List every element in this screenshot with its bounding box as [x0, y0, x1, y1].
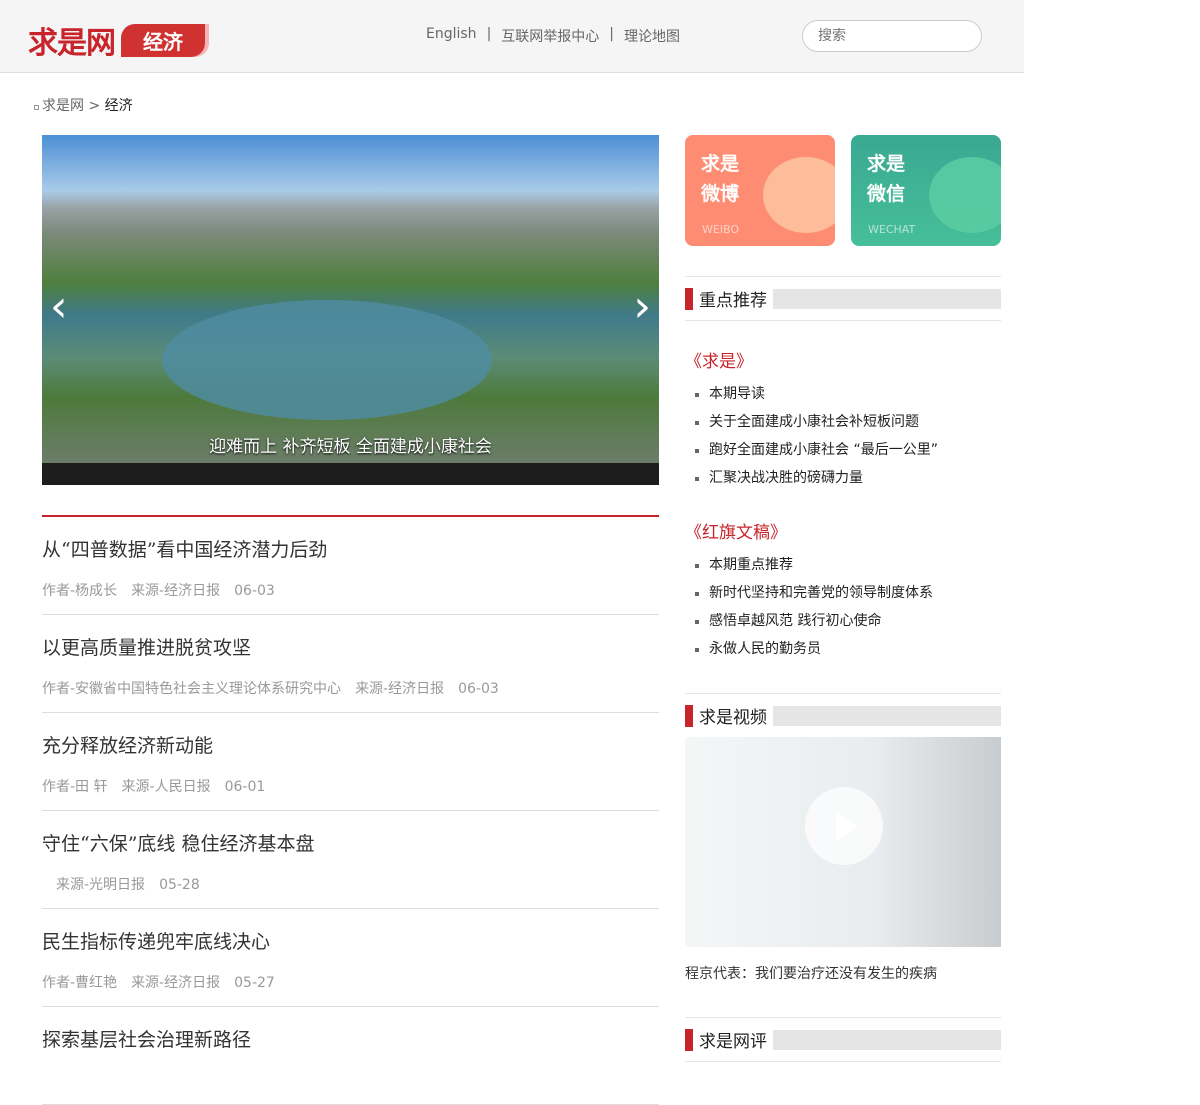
news-source: 来源-光明日报 [56, 877, 146, 893]
featured-link[interactable]: 感悟卓越风范 践行初心使命 [685, 607, 1001, 635]
news-item: 以更高质量推进脱贫攻坚作者-安徽省中国特色社会主义理论体系研究中心 来源-经济日报… [42, 615, 659, 713]
magazine-hongqi[interactable]: 《红旗文稿》 [685, 518, 1001, 543]
nav-separator: | [486, 26, 492, 42]
news-meta: 作者-杨成长 来源-经济日报 06-03 [42, 580, 659, 600]
card-title: 求是微博 [701, 153, 740, 205]
breadcrumb-separator: > [88, 98, 101, 114]
news-item: 充分释放经济新动能作者-田 轩来源-人民日报 06-01 [42, 713, 659, 811]
section-header-review: 求是网评 [685, 1017, 1001, 1062]
news-item: 守住“六保”底线 稳住经济基本盘来源-光明日报 05-28 [42, 811, 659, 909]
section-title: 重点推荐 [699, 291, 767, 311]
news-date: 06-03 [234, 583, 275, 599]
video-thumbnail[interactable] [685, 737, 1001, 947]
news-meta: 作者-曹红艳 来源-经济日报 05-27 [42, 972, 659, 992]
image-carousel[interactable]: 迎难而上 补齐短板 全面建成小康社会 ‹ › [42, 135, 659, 485]
carousel-caption[interactable]: 迎难而上 补齐短板 全面建成小康社会 [42, 432, 659, 457]
news-meta: 作者-田 轩来源-人民日报 06-01 [42, 776, 659, 796]
news-meta: 来源-光明日报 05-28 [42, 874, 659, 894]
news-author: 作者-曹红艳 [42, 975, 118, 991]
weibo-icon [763, 157, 835, 233]
weibo-card[interactable]: 求是微博 WEIBO [685, 135, 835, 246]
featured-link[interactable]: 永做人民的勤务员 [685, 635, 1001, 663]
top-nav: English | 互联网举报中心 | 理论地图 [426, 26, 680, 46]
news-source: 来源-经济日报 [355, 681, 445, 697]
right-column: 求是微博 WEIBO 求是微信 WECHAT 重点推荐 《求是》 本期导读 关于全… [685, 135, 1001, 1062]
search-input[interactable] [802, 20, 982, 52]
section-header-featured: 重点推荐 [685, 276, 1001, 321]
news-list: 从“四普数据”看中国经济潜力后劲 作者-杨成长 来源-经济日报 06-03 以更高质量推… [42, 515, 659, 1105]
news-title[interactable]: 守住“六保”底线 稳住经济基本盘 [42, 829, 659, 856]
nav-theory-map[interactable]: 理论地图 [624, 26, 680, 46]
carousel-next-arrow-icon[interactable]: › [633, 285, 651, 329]
nav-report-center[interactable]: 互联网举报中心 [501, 26, 599, 46]
featured-link[interactable]: 汇聚决战决胜的磅礴力量 [685, 464, 1001, 492]
news-date: 06-01 [224, 779, 266, 795]
news-title[interactable]: 充分释放经济新动能 [42, 731, 659, 758]
site-logo[interactable]: 求是网 经济 [28, 18, 205, 62]
nav-separator: | [609, 26, 614, 42]
carousel-caption-bar [42, 463, 659, 485]
news-date: 05-27 [234, 975, 275, 991]
news-source: 来源-经济日报 [131, 583, 221, 599]
channel-tag: 经济 [121, 23, 205, 57]
section-header-video: 求是视频 [685, 693, 1001, 737]
news-source: 来源-人民日报 [121, 779, 211, 795]
news-title[interactable]: 以更高质量推进脱贫攻坚 [42, 633, 659, 660]
wechat-icon [929, 157, 1001, 233]
news-title[interactable]: 民生指标传递兜牢底线决心 [42, 927, 659, 954]
card-subtitle: WECHAT [868, 223, 916, 236]
featured-link[interactable]: 本期导读 [685, 380, 1001, 408]
video-caption[interactable]: 程京代表：我们要治疗还没有发生的疾病 [685, 963, 1001, 983]
news-author: 作者-田 轩 [42, 779, 108, 795]
news-source: 来源-经济日报 [131, 975, 221, 991]
section-title: 求是视频 [699, 708, 767, 728]
carousel-prev-arrow-icon[interactable]: ‹ [50, 285, 68, 329]
featured-link[interactable]: 跑好全面建成小康社会 “最后一公里” [685, 436, 1001, 464]
site-header: 求是网 经济 English | 互联网举报中心 | 理论地图 [0, 0, 1024, 73]
news-meta: 作者-安徽省中国特色社会主义理论体系研究中心 来源-经济日报 06-03 [42, 678, 659, 698]
breadcrumb-home[interactable]: 求是网 [42, 98, 84, 114]
card-title: 求是微信 [867, 153, 906, 205]
featured-link[interactable]: 新时代坚持和完善党的领导制度体系 [685, 579, 1001, 607]
news-author: 作者-杨成长 [42, 583, 118, 599]
news-date: 06-03 [458, 681, 499, 697]
news-item: 从“四普数据”看中国经济潜力后劲作者-杨成长 来源-经济日报 06-03 [42, 517, 659, 615]
featured-link[interactable]: 本期重点推荐 [685, 551, 1001, 579]
carousel-photo[interactable] [42, 135, 659, 463]
news-item: 探索基层社会治理新路径 [42, 1007, 659, 1105]
news-item: 民生指标传递兜牢底线决心作者-曹红艳 来源-经济日报 05-27 [42, 909, 659, 1007]
breadcrumb-current: 经济 [104, 98, 133, 114]
home-icon [34, 105, 39, 110]
news-title[interactable]: 探索基层社会治理新路径 [42, 1025, 659, 1052]
magazine-qiushi[interactable]: 《求是》 [685, 347, 1001, 372]
wechat-card[interactable]: 求是微信 WECHAT [851, 135, 1001, 246]
section-title: 求是网评 [699, 1032, 767, 1052]
logo-text: 求是网 [28, 26, 116, 61]
news-title[interactable]: 从“四普数据”看中国经济潜力后劲 [42, 535, 659, 562]
news-date: 05-28 [159, 877, 200, 893]
news-author: 作者-安徽省中国特色社会主义理论体系研究中心 [42, 681, 342, 697]
play-icon[interactable] [805, 787, 883, 865]
breadcrumb: 求是网 > 经济 [34, 95, 133, 115]
card-subtitle: WEIBO [702, 223, 740, 236]
featured-link[interactable]: 关于全面建成小康社会补短板问题 [685, 408, 1001, 436]
nav-english[interactable]: English [426, 26, 477, 46]
